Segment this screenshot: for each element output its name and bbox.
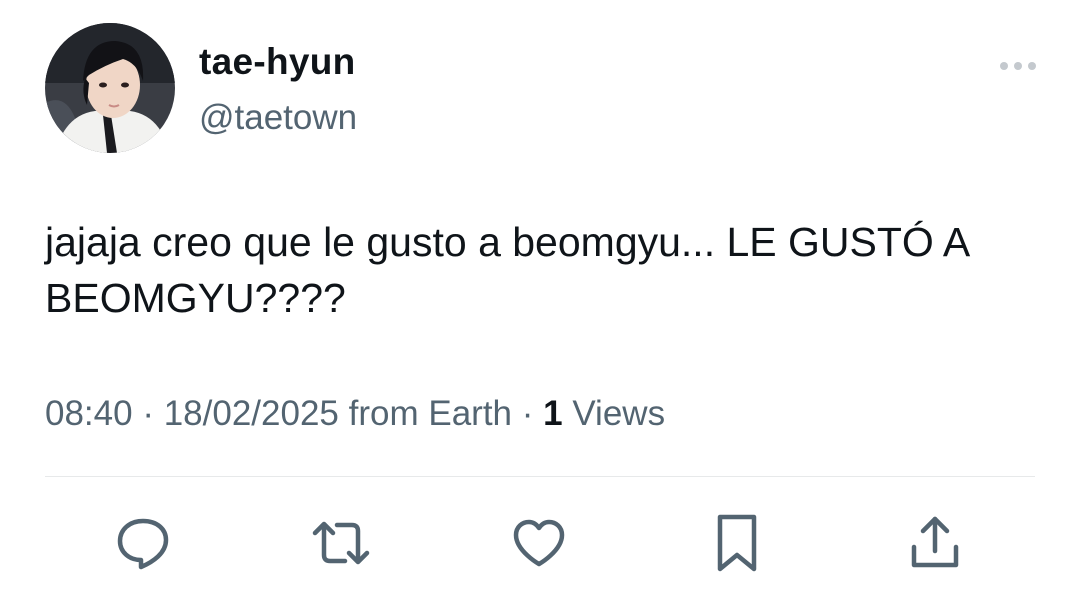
retweet-button[interactable]	[306, 508, 376, 578]
display-name[interactable]: tae-hyun	[199, 41, 356, 83]
tweet-date[interactable]: 18/02/2025	[164, 394, 339, 433]
views-label[interactable]: Views	[572, 394, 665, 433]
retweet-icon	[312, 521, 370, 565]
share-button[interactable]	[900, 508, 970, 578]
like-button[interactable]	[504, 508, 574, 578]
share-icon	[911, 516, 959, 568]
avatar[interactable]	[45, 23, 175, 153]
bookmark-button[interactable]	[702, 508, 772, 578]
more-horizontal-icon	[1000, 62, 1036, 70]
reply-button[interactable]	[108, 508, 178, 578]
meta-separator: ·	[521, 394, 534, 433]
tweet-source: from Earth	[348, 394, 513, 433]
more-options-button[interactable]	[996, 52, 1040, 80]
tweet-time[interactable]: 08:40	[45, 394, 133, 433]
views-count[interactable]: 1	[543, 394, 562, 433]
tweet-meta: 08:40 · 18/02/2025 from Earth · 1 Views	[45, 394, 665, 434]
reply-icon	[117, 518, 169, 570]
divider	[45, 476, 1035, 477]
bookmark-icon	[717, 514, 757, 572]
like-icon	[513, 519, 565, 567]
avatar-photo	[45, 23, 175, 153]
meta-separator: ·	[142, 394, 154, 433]
user-handle[interactable]: @taetown	[199, 98, 357, 138]
tweet-text: jajaja creo que le gusto a beomgyu... LE…	[45, 219, 969, 321]
